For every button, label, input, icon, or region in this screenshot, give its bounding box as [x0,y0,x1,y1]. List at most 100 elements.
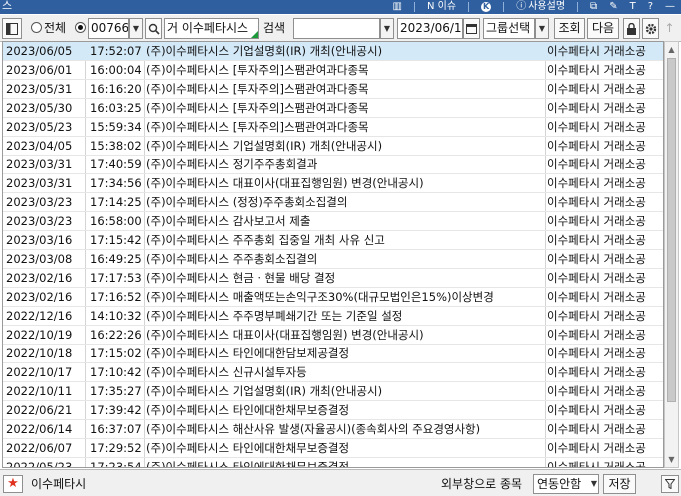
row-time: 16:37:07 [90,422,142,436]
row-title: (주)이수페타시스 대표이사(대표집행임원) 변경(안내공시) [146,176,424,191]
row-title: (주)이수페타시스 [투자주의]스팸관여과다종목 [146,119,369,134]
table-row[interactable]: 2023/03/23 17:14:25 (주)이수페타시스 (정정)주주총회소집결의… [3,193,663,213]
table-row[interactable]: 2023/05/30 16:03:25 (주)이수페타시스 [투자주의]스팸관여과다… [3,99,663,118]
row-title: (주)이수페타시스 신규시설투자등 [146,365,307,380]
scroll-down-arrow-icon[interactable]: ▼ [665,452,678,467]
table-row[interactable]: 2023/05/31 16:16:20 (주)이수페타시스 [투자주의]스팸관여과다… [3,80,663,99]
stock-search-button[interactable] [145,18,162,39]
row-title: (주)이수페타시스 주주총회소집결의 [146,251,318,266]
k-badge-icon[interactable]: K [481,2,492,12]
row-source: 이수페타시 거래소공 [547,440,646,455]
radio-all-label: 전체 [44,21,67,35]
layout-toggle-button[interactable] [2,18,22,39]
stock-name-field: 거 이수페타시스 [164,18,259,39]
row-source: 이수페타시 거래소공 [547,62,646,77]
table-row[interactable]: 2023/03/31 17:34:56 (주)이수페타시스 대표이사(대표집행임원)… [3,174,663,194]
table-row[interactable]: 2022/10/18 17:15:02 (주)이수페타시스 타인에대한담보제공결정 이… [3,344,663,364]
table-row[interactable]: 2023/06/01 16:00:04 (주)이수페타시스 [투자주의]스팸관여과다… [3,61,663,80]
row-date: 2022/12/16 [6,308,73,323]
keyword-search-input[interactable] [293,18,380,39]
table-row[interactable]: 2022/05/23 17:23:54 (주)이수페타시스 타인에대한채무보증결정 이… [3,458,663,468]
table-row[interactable]: 2023/05/23 15:59:34 (주)이수페타시스 [투자주의]스팸관여과다… [3,118,663,137]
stock-name-text: 거 이수페타시스 [167,21,249,35]
row-title: (주)이수페타시스 매출액또는손익구조30%(대규모법인은15%)이상변경 [146,289,494,304]
row-title: (주)이수페타시스 타인에대한담보제공결정 [146,346,350,361]
row-source: 이수페타시 거래소공 [547,81,646,96]
lock-icon [627,22,636,35]
table-row[interactable]: 2022/06/07 17:29:52 (주)이수페타시스 타인에대한채무보증결정 이… [3,439,663,458]
pin-icon[interactable]: ✎ [609,0,617,14]
row-source: 이수페타시 거래소공 [547,270,646,285]
row-time: 16:16:20 [90,81,142,96]
keyword-dropdown[interactable]: ▼ [380,18,394,39]
scroll-top-icon[interactable]: ↑ [661,18,678,39]
user-guide-button[interactable]: ⓘ 사용설명 [516,0,565,14]
settings-button[interactable] [642,18,659,39]
font-icon[interactable]: T [630,0,636,14]
window-icon[interactable]: ⧉ [590,0,597,14]
row-source: 이수페타시 거래소공 [547,251,646,266]
table-row[interactable]: 2023/03/31 17:40:59 (주)이수페타시스 정기주주총회결과 이수페타… [3,155,663,175]
radio-stock[interactable] [75,22,86,33]
status-bar: ★ 이수페타시 외부창으로 종목 연동안함 ▼ 저장 [0,469,681,496]
table-row[interactable]: 2022/12/16 14:10:32 (주)이수페타시스 주주명부폐쇄기간 또는 … [3,307,663,326]
minimize-icon[interactable]: — [665,0,675,14]
chevron-down-icon: ▼ [538,24,546,33]
lock-button[interactable] [623,18,640,39]
table-row[interactable]: 2022/10/17 17:10:42 (주)이수페타시스 신규시설투자등 이수페타시… [3,363,663,383]
news-issue-button[interactable]: N 이슈 [427,0,456,14]
scroll-up-arrow-icon[interactable]: ▲ [665,42,678,57]
toolbar: 전체 007660 ▼ 거 이수페타시스 검색 ▼ 2023/06/11 그룹선… [0,15,681,42]
link-select[interactable]: 연동안함 ▼ [533,474,599,494]
row-date: 2022/10/11 [6,384,73,399]
row-title: (주)이수페타시스 타인에대한채무보증결정 [146,459,350,468]
favorite-star-icon[interactable]: ★ [3,475,23,493]
row-title: (주)이수페타시스 현금ㆍ현물 배당 결정 [146,270,336,285]
save-button[interactable]: 저장 [603,474,636,494]
search-icon [148,23,160,35]
table-row[interactable]: 2023/03/08 16:49:25 (주)이수페타시스 주주총회소집결의 이수페타… [3,250,663,269]
row-source: 이수페타시 거래소공 [547,346,646,361]
row-time: 16:49:25 [90,251,142,266]
menu-icon[interactable]: ▥ [393,0,402,14]
row-date: 2022/10/19 [6,327,73,342]
filter-icon[interactable] [661,475,679,493]
table-row[interactable]: 2023/02/16 17:17:53 (주)이수페타시스 현금ㆍ현물 배당 결정 이… [3,269,663,288]
table-row[interactable]: 2023/02/16 17:16:52 (주)이수페타시스 매출액또는손익구조30%… [3,288,663,307]
vertical-scrollbar[interactable]: ▲ ▼ [664,41,679,468]
row-title: (주)이수페타시스 타인에대한채무보증결정 [146,403,350,418]
table-row[interactable]: 2023/06/05 17:52:07 (주)이수페타시스 기업설명회(IR) 개최… [3,42,663,61]
date-input[interactable]: 2023/06/11 [397,18,463,39]
row-time: 17:15:02 [90,346,142,361]
scrollbar-thumb[interactable] [667,58,676,402]
table-row[interactable]: 2023/04/05 15:38:02 (주)이수페타시스 기업설명회(IR) 개최… [3,137,663,156]
next-button[interactable]: 다음 [587,18,619,39]
help-icon[interactable]: ? [648,0,653,14]
table-row[interactable]: 2022/10/11 17:35:27 (주)이수페타시스 기업설명회(IR) 개최… [3,382,663,402]
row-date: 2023/02/16 [6,289,73,304]
stock-code-input[interactable]: 007660 [88,18,129,39]
row-date: 2023/03/31 [6,176,73,191]
stock-code-dropdown[interactable]: ▼ [129,18,143,39]
row-source: 이수페타시 거래소공 [547,214,646,229]
row-time: 17:40:59 [90,157,142,172]
query-button[interactable]: 조회 [554,18,585,39]
row-title: (주)이수페타시스 주주명부폐쇄기간 또는 기준일 설정 [146,308,403,323]
row-time: 14:10:32 [90,308,142,323]
group-select-dropdown[interactable]: ▼ [535,18,549,39]
table-row[interactable]: 2023/03/23 16:58:00 (주)이수페타시스 감사보고서 제출 이수페타… [3,212,663,232]
table-row[interactable]: 2023/03/16 17:15:42 (주)이수페타시스 주주총회 집중일 개최 … [3,231,663,250]
disclosure-list[interactable]: 2023/06/05 17:52:07 (주)이수페타시스 기업설명회(IR) 개최… [2,41,664,468]
row-date: 2022/10/17 [6,365,73,380]
table-row[interactable]: 2022/10/19 16:22:26 (주)이수페타시스 대표이사(대표집행임원)… [3,326,663,345]
radio-all[interactable] [31,22,42,33]
table-row[interactable]: 2022/06/14 16:37:07 (주)이수페타시스 해산사유 발생(자율공시… [3,420,663,439]
row-time: 17:34:56 [90,176,142,191]
row-source: 이수페타시 거래소공 [547,157,646,172]
row-date: 2022/06/21 [6,403,73,418]
group-select[interactable]: 그룹선택 [483,18,535,39]
table-row[interactable]: 2022/06/21 17:39:42 (주)이수페타시스 타인에대한채무보증결정 이… [3,401,663,421]
title-separator [577,2,579,12]
calendar-button[interactable] [463,18,480,39]
row-time: 15:59:34 [90,119,142,134]
